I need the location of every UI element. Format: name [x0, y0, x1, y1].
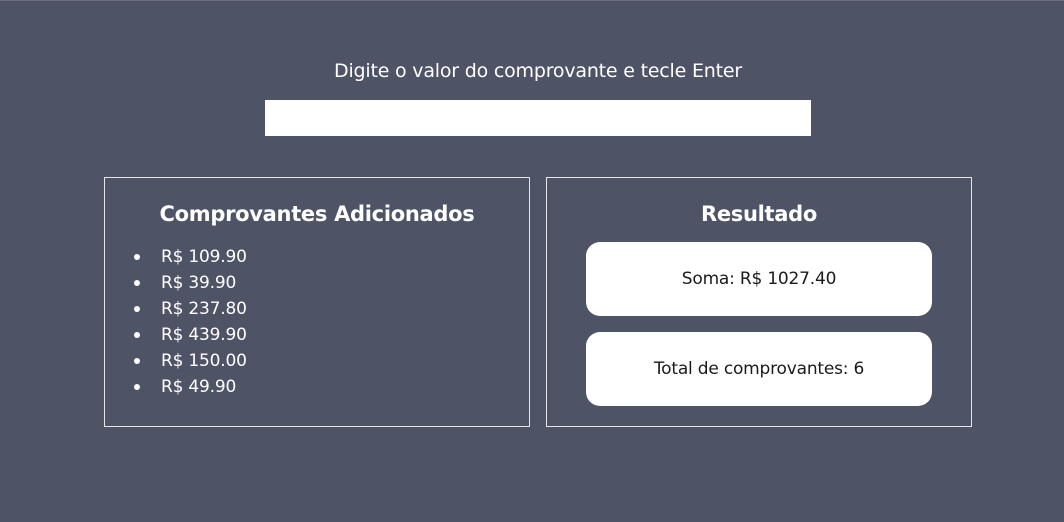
receipt-item: R$ 109.90 — [131, 244, 247, 270]
receipt-value: R$ 49.90 — [161, 377, 237, 397]
bullet-icon — [134, 306, 140, 312]
receipt-count-text: Total de comprovantes: 6 — [653, 359, 865, 379]
sum-card: Soma: R$ 1027.40 — [586, 242, 932, 316]
top-border — [0, 0, 1064, 1]
bullet-icon — [134, 358, 140, 364]
receipt-item: R$ 39.90 — [131, 270, 247, 296]
receipt-item: R$ 237.80 — [131, 296, 247, 322]
receipt-item: R$ 150.00 — [131, 348, 247, 374]
bullet-icon — [134, 332, 140, 338]
bullet-icon — [134, 254, 140, 260]
sum-text: Soma: R$ 1027.40 — [681, 269, 837, 289]
receipt-item: R$ 439.90 — [131, 322, 247, 348]
receipt-value: R$ 109.90 — [161, 247, 247, 267]
receipt-item: R$ 49.90 — [131, 374, 247, 400]
receipts-panel: Comprovantes Adicionados R$ 109.90 R$ 39… — [104, 177, 530, 427]
receipt-value: R$ 39.90 — [161, 273, 237, 293]
receipt-value: R$ 439.90 — [161, 325, 247, 345]
receipts-panel-title: Comprovantes Adicionados — [159, 202, 475, 226]
bullet-icon — [134, 280, 140, 286]
receipt-value-input[interactable] — [265, 100, 811, 136]
receipt-list: R$ 109.90 R$ 39.90 R$ 237.80 R$ 439.90 R… — [131, 244, 247, 400]
receipt-value: R$ 237.80 — [161, 299, 247, 319]
receipt-count-card: Total de comprovantes: 6 — [586, 332, 932, 406]
result-panel: Resultado Soma: R$ 1027.40 Total de comp… — [546, 177, 972, 427]
receipt-value: R$ 150.00 — [161, 351, 247, 371]
input-instruction: Digite o valor do comprovante e tecle En… — [334, 60, 742, 82]
bullet-icon — [134, 384, 140, 390]
result-panel-title: Resultado — [700, 202, 818, 226]
